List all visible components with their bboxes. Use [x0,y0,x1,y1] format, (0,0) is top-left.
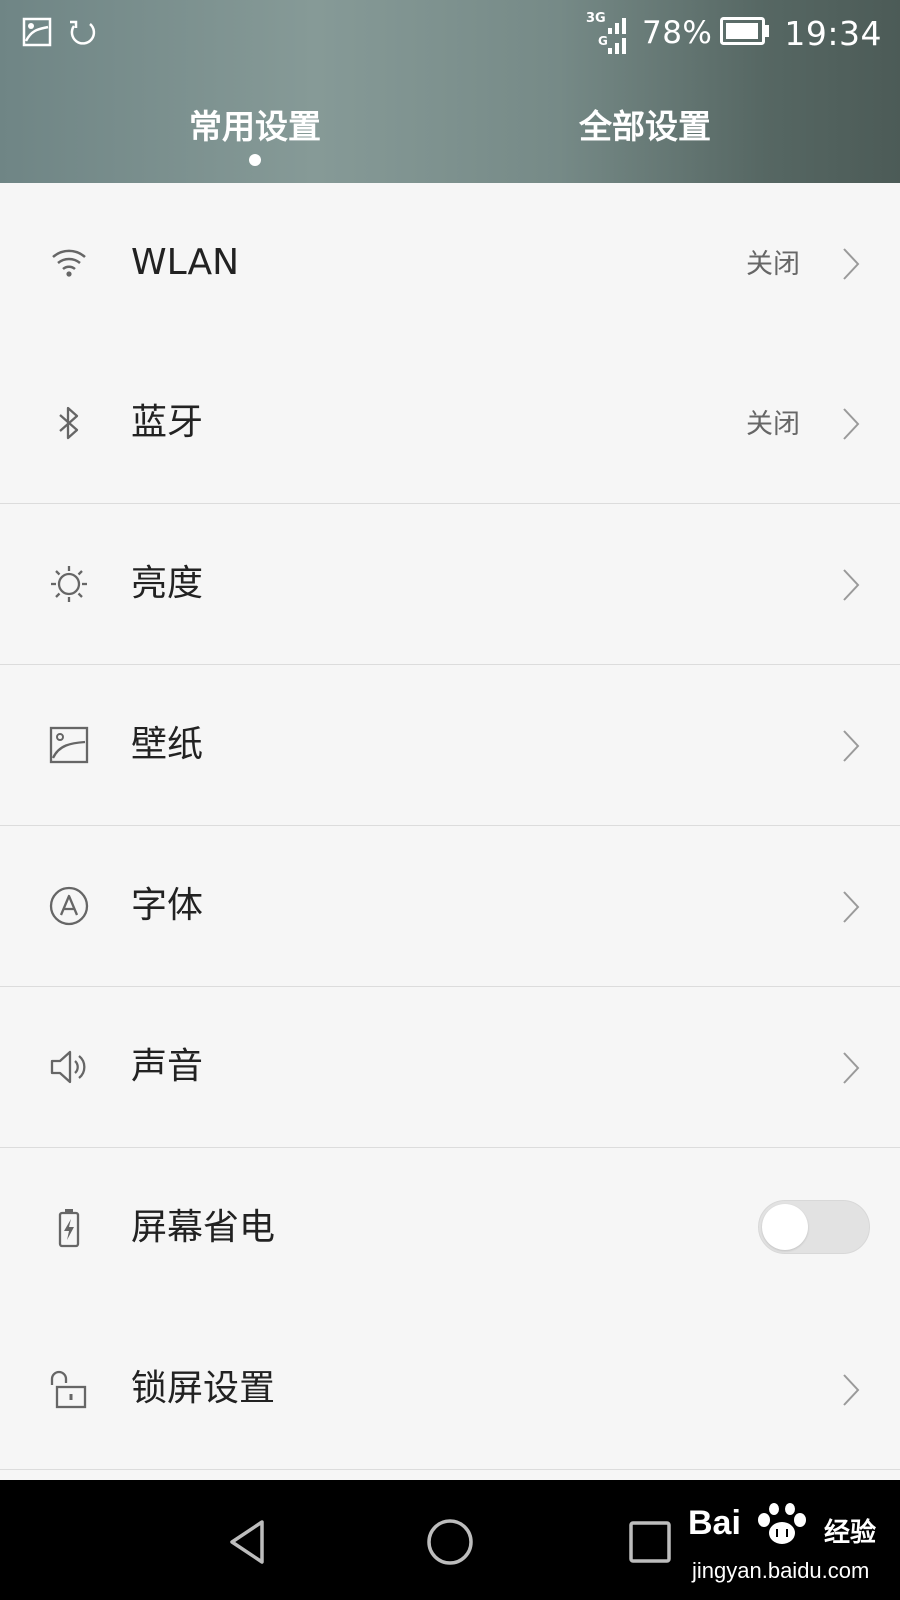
chevron-right-icon [840,890,862,924]
setting-wlan[interactable]: WLAN 关闭 [0,183,900,343]
watermark-jingyan: 经验 [824,1518,877,1548]
setting-label: WLAN [131,242,240,283]
settings-screen: 3G G 78% 19:34 常用设置 全部设置 WLAN 关闭 蓝牙 关闭 亮… [0,0,900,1600]
speaker-icon [49,1047,89,1087]
setting-font[interactable]: 字体 [0,826,900,986]
wifi-icon [49,243,89,283]
baidu-jingyan-watermark: Bai 经验 jingyan.baidu.com [688,1502,888,1594]
status-bar: 3G G 78% 19:34 [0,0,900,66]
battery-icon [720,17,770,49]
setting-sound[interactable]: 声音 [0,987,900,1147]
setting-lock-screen[interactable]: 锁屏设置 [0,1309,900,1469]
tab-all-settings[interactable]: 全部设置 [525,100,765,148]
clock: 19:34 [784,13,882,53]
setting-wallpaper[interactable]: 壁纸 [0,665,900,825]
setting-bluetooth[interactable]: 蓝牙 关闭 [0,343,900,503]
setting-label: 锁屏设置 [131,1368,276,1409]
brightness-icon [49,564,89,604]
setting-label: 声音 [131,1046,204,1087]
screenshot-notification-icon [22,17,52,51]
network-type-top: 3G [585,11,606,26]
tab-bar: 常用设置 全部设置 [0,90,900,180]
paw-logo-icon [750,1502,814,1552]
toggle-knob [762,1204,808,1250]
home-circle-icon [427,1519,473,1565]
chevron-right-icon [840,729,862,763]
chevron-right-icon [840,407,862,441]
setting-value: 关闭 [746,249,800,280]
setting-label: 蓝牙 [131,402,204,443]
watermark-url: jingyan.baidu.com [692,1558,870,1583]
home-button[interactable] [410,1502,490,1582]
tab-common-settings[interactable]: 常用设置 [135,100,375,148]
setting-label: 亮度 [131,563,204,604]
font-icon [49,886,89,926]
bluetooth-icon [49,403,89,443]
setting-screen-power-saving: 屏幕省电 [0,1148,900,1308]
setting-label: 字体 [131,885,204,926]
network-type-bottom: G [597,34,608,48]
status-left-icons [22,16,98,52]
sync-icon [66,16,98,52]
recent-square-icon [629,1521,671,1563]
chevron-right-icon [840,1373,862,1407]
unlock-icon [49,1369,89,1409]
wallpaper-icon [49,725,89,765]
battery-saver-icon [49,1208,89,1248]
back-button[interactable] [210,1502,290,1582]
setting-value: 关闭 [746,409,800,440]
setting-label: 屏幕省电 [131,1207,276,1248]
watermark-brand: Bai [688,1504,741,1542]
header: 3G G 78% 19:34 常用设置 全部设置 [0,0,900,183]
back-triangle-icon [230,1520,264,1564]
chevron-right-icon [840,1051,862,1085]
chevron-right-icon [840,568,862,602]
screen-power-saving-toggle[interactable] [758,1200,870,1254]
network-indicator: 3G G [586,10,634,56]
signal-icon [607,18,626,54]
recent-apps-button[interactable] [610,1502,690,1582]
setting-label: 壁纸 [131,724,204,765]
chevron-right-icon [840,247,862,281]
setting-brightness[interactable]: 亮度 [0,504,900,664]
status-right-icons: 3G G 78% 19:34 [586,10,882,56]
battery-percent: 78% [641,15,713,51]
divider [0,1469,900,1470]
active-tab-indicator [249,154,261,166]
